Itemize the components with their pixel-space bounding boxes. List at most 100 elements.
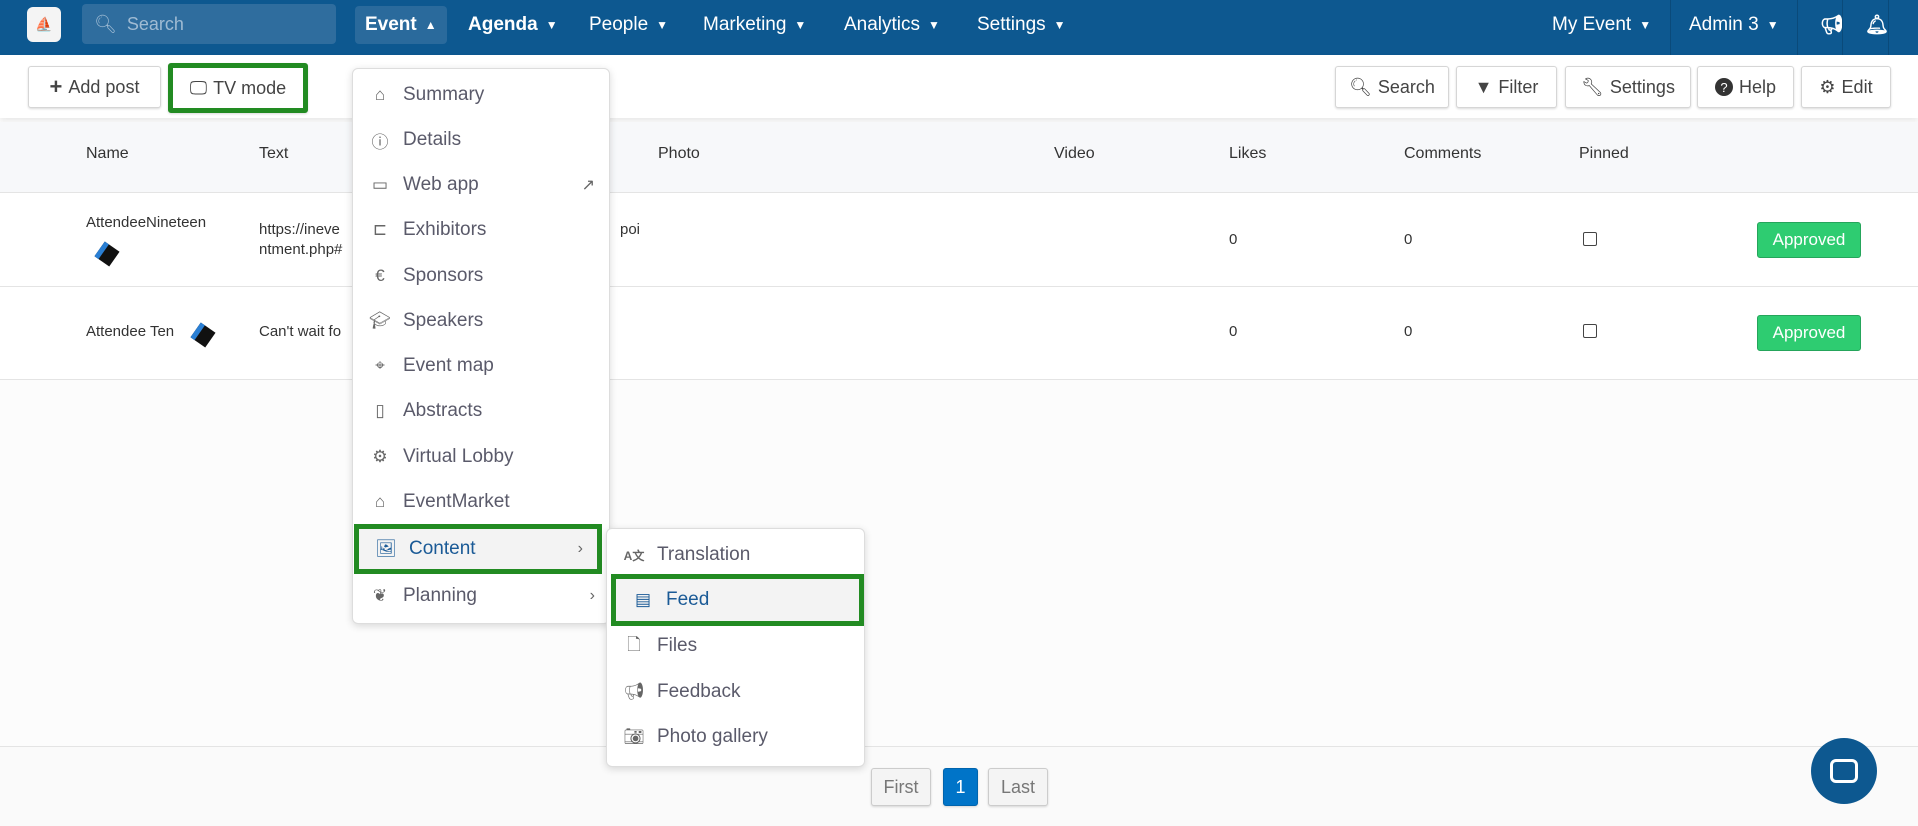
divider xyxy=(1842,0,1843,55)
comments-count: 0 xyxy=(1404,231,1413,248)
chevron-down-icon: ▼ xyxy=(545,18,558,32)
nav-people[interactable]: People ▼ xyxy=(579,6,678,44)
leaf-icon: ❦ xyxy=(372,586,388,605)
menu-item-virtual-lobby[interactable]: ⚙ Virtual Lobby xyxy=(353,435,609,479)
question-circle-icon: ? xyxy=(1714,78,1733,96)
likes-count: 0 xyxy=(1229,231,1238,248)
megaphone-icon: 📢︎ xyxy=(623,682,645,701)
chevron-down-icon: ▼ xyxy=(1639,18,1652,32)
chevron-right-icon: › xyxy=(589,587,595,604)
book-icon: ▯ xyxy=(375,401,385,420)
home-icon: ⌂ xyxy=(374,85,386,104)
map-icon: ⌖ xyxy=(375,356,385,375)
first-page-button[interactable]: First xyxy=(871,768,931,806)
menu-item-eventmarket[interactable]: ⌂ EventMarket xyxy=(353,480,609,524)
chevron-up-icon: ▲ xyxy=(424,18,437,32)
pinned-checkbox[interactable] xyxy=(1583,232,1597,246)
window-icon: ▭ xyxy=(371,175,389,194)
search-icon: 🔍︎ xyxy=(94,13,117,34)
camera-icon: 📷︎ xyxy=(623,727,645,746)
divider xyxy=(1797,0,1798,55)
post-text: Can't wait fo xyxy=(259,323,342,340)
author-name: AttendeeNineteen xyxy=(86,214,207,231)
newspaper-icon: ▤ xyxy=(634,590,652,609)
plus-icon: + xyxy=(49,74,63,99)
content-submenu: A文 Translation ▤ Feed 🗋 Files 📢︎ Feedback 📷︎… xyxy=(606,528,865,767)
menu-item-photo-gallery[interactable]: 📷︎ Photo gallery xyxy=(607,715,864,759)
menu-item-web-app[interactable]: ▭ Web app ↗ xyxy=(353,163,609,207)
tv-mode-button[interactable]: 🖵 TV mode xyxy=(168,63,308,113)
chevron-down-icon: ▼ xyxy=(656,18,669,32)
add-post-button[interactable]: + Add post xyxy=(28,66,161,108)
pinned-checkbox[interactable] xyxy=(1583,324,1597,338)
search-button[interactable]: 🔍︎ Search xyxy=(1335,66,1449,108)
euro-icon: € xyxy=(375,266,385,285)
post-text: ntment.php# xyxy=(259,241,343,258)
approved-badge[interactable]: Approved xyxy=(1757,222,1861,258)
menu-item-translation[interactable]: A文 Translation xyxy=(607,533,864,577)
megaphone-icon[interactable]: 📢︎ xyxy=(1810,6,1854,44)
chevron-down-icon: ▼ xyxy=(794,18,807,32)
edit-button[interactable]: ⚙ Edit xyxy=(1801,66,1891,108)
nav-event[interactable]: Event ▲ xyxy=(355,6,447,44)
chat-launcher-button[interactable] xyxy=(1811,738,1877,804)
last-page-button[interactable]: Last xyxy=(988,768,1048,806)
comments-count: 0 xyxy=(1404,323,1413,340)
page-1-button[interactable]: 1 xyxy=(943,768,978,806)
nav-search-input[interactable]: 🔍︎ Search xyxy=(82,4,336,44)
post-text: https://ineve xyxy=(259,221,340,238)
filter-icon: ▼ xyxy=(1474,76,1493,97)
file-icon: 🗋 xyxy=(627,634,641,654)
nav-analytics[interactable]: Analytics ▼ xyxy=(834,6,950,44)
gear-icon: ⚙ xyxy=(1819,76,1836,97)
menu-item-sponsors[interactable]: € Sponsors xyxy=(353,254,609,298)
approved-badge[interactable]: Approved xyxy=(1757,315,1861,351)
column-text: Text xyxy=(259,145,289,162)
menu-item-abstracts[interactable]: ▯ Abstracts xyxy=(353,389,609,433)
nav-marketing[interactable]: Marketing ▼ xyxy=(693,6,816,44)
column-video: Video xyxy=(1054,145,1095,162)
divider xyxy=(1670,0,1671,55)
menu-item-feed[interactable]: ▤ Feed xyxy=(611,574,864,626)
divider xyxy=(1888,0,1889,55)
menu-item-feedback[interactable]: 📢︎ Feedback xyxy=(607,670,864,714)
filter-button[interactable]: ▼ Filter xyxy=(1456,66,1557,108)
app-logo[interactable]: ⛵ xyxy=(27,7,61,42)
store-icon: ⌂ xyxy=(374,492,386,511)
menu-item-speakers[interactable]: 🎓︎ Speakers xyxy=(353,299,609,343)
menu-item-exhibitors[interactable]: ⊏ Exhibitors xyxy=(353,208,609,252)
menu-item-event-map[interactable]: ⌖ Event map xyxy=(353,344,609,388)
column-name: Name xyxy=(86,145,129,162)
info-icon: ⓘ xyxy=(371,132,389,152)
likes-count: 0 xyxy=(1229,323,1238,340)
chevron-right-icon: › xyxy=(577,540,583,557)
bell-icon[interactable]: 🔔︎ xyxy=(1855,6,1899,44)
external-link-icon: ↗ xyxy=(581,177,595,194)
nav-agenda[interactable]: Agenda ▼ xyxy=(458,6,568,44)
image-icon: 🖼︎ xyxy=(375,539,397,558)
help-button[interactable]: ? Help xyxy=(1697,66,1794,108)
my-event-dropdown[interactable]: My Event ▼ xyxy=(1542,6,1661,44)
column-photo: Photo xyxy=(658,145,700,162)
translate-icon: A文 xyxy=(623,548,645,563)
nav-settings[interactable]: Settings ▼ xyxy=(967,6,1076,44)
menu-item-files[interactable]: 🗋 Files xyxy=(607,624,864,668)
settings-button[interactable]: 🔧︎ Settings xyxy=(1565,66,1691,108)
wrench-icon: 🔧︎ xyxy=(1581,76,1604,97)
menu-item-content[interactable]: 🖼︎ Content › xyxy=(354,524,602,574)
menu-item-planning[interactable]: ❦ Planning › xyxy=(353,574,609,618)
column-likes: Likes xyxy=(1229,145,1267,162)
cogs-icon: ⚙ xyxy=(372,447,388,466)
chevron-down-icon: ▼ xyxy=(1766,18,1779,32)
author-name: Attendee Ten xyxy=(86,323,175,340)
chevron-down-icon: ▼ xyxy=(928,18,940,32)
menu-item-details[interactable]: ⓘ Details xyxy=(353,118,609,162)
monitor-icon: 🖵 xyxy=(189,77,208,98)
post-text: poi xyxy=(620,221,641,238)
menu-item-summary[interactable]: ⌂ Summary xyxy=(353,73,609,117)
event-dropdown-menu: ⌂ Summary ⓘ Details ▭ Web app ↗ ⊏ Exhibitors … xyxy=(352,68,610,624)
admin-dropdown[interactable]: Admin 3 ▼ xyxy=(1679,6,1789,44)
column-comments: Comments xyxy=(1404,145,1482,162)
column-pinned: Pinned xyxy=(1579,145,1629,162)
chat-icon xyxy=(1830,759,1858,783)
